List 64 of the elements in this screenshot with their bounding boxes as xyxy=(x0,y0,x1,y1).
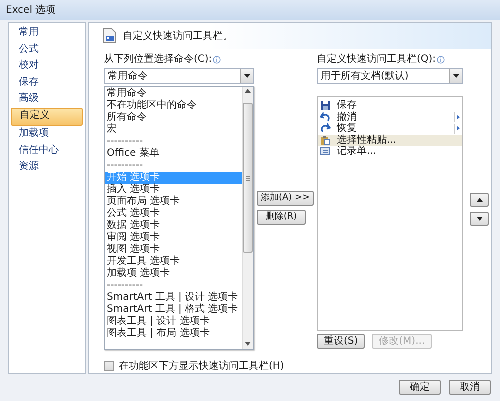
dropdown-arrow-icon xyxy=(244,74,250,78)
list-item[interactable]: Office 菜单 xyxy=(105,148,242,160)
sidebar-item[interactable]: 公式 xyxy=(11,42,83,58)
caret-down-icon xyxy=(476,217,482,221)
clipboard-icon xyxy=(320,134,331,146)
toolbar-command[interactable]: 保存 xyxy=(318,100,462,112)
sidebar-item[interactable]: 资源 xyxy=(11,159,83,176)
checkbox[interactable] xyxy=(104,361,114,371)
sidebar-item[interactable]: 信任中心 xyxy=(11,142,83,159)
list-item[interactable]: 图表工具 | 设计 选项卡 xyxy=(105,316,242,328)
info-icon xyxy=(213,56,222,64)
list-item[interactable]: 开发工具 选项卡 xyxy=(105,256,242,268)
info-icon xyxy=(437,56,446,64)
list-item[interactable]: ---------- xyxy=(105,136,242,148)
cancel-button[interactable]: 取消 xyxy=(449,380,491,395)
sidebar-item[interactable]: 加载项 xyxy=(11,126,83,142)
list-item[interactable]: 不在功能区中的命令 xyxy=(105,100,242,112)
list-item[interactable]: 插入 选项卡 xyxy=(105,184,242,196)
list-item[interactable]: 视图 选项卡 xyxy=(105,244,242,256)
list-item[interactable]: 公式 选项卡 xyxy=(105,208,242,220)
ok-button[interactable]: 确定 xyxy=(399,380,441,395)
checkbox-label: 在功能区下方显示快速访问工具栏(H) xyxy=(119,360,284,373)
sidebar-item[interactable]: 自定义 xyxy=(11,108,83,126)
redo-icon xyxy=(320,123,331,134)
caret-up-icon xyxy=(476,198,482,202)
field-label: 自定义快速访问工具栏(Q): xyxy=(317,54,436,66)
list-item[interactable]: 图表工具 | 布局 选项卡 xyxy=(105,328,242,340)
list-item[interactable]: SmartArt 工具 | 设计 选项卡 xyxy=(105,292,242,304)
dropdown-arrow-icon xyxy=(452,74,460,78)
remove-button[interactable]: 删除(R) xyxy=(257,210,306,225)
undo-icon xyxy=(320,112,331,123)
window-title: Excel 选项 xyxy=(6,4,56,17)
add-button[interactable]: 添加(A) >> xyxy=(257,191,314,206)
scroll-up-icon xyxy=(245,89,251,93)
sidebar-item[interactable]: 保存 xyxy=(11,74,83,91)
sidebar-item[interactable]: 常用 xyxy=(11,25,83,42)
toolbar-icon xyxy=(103,28,117,44)
list-item[interactable]: 常用命令 xyxy=(105,88,242,100)
toolbar-command[interactable]: 记录单... xyxy=(318,146,462,158)
dropdown[interactable]: 用于所有文档(默认) xyxy=(317,68,463,84)
section-title: 自定义快速访问工具栏。 xyxy=(123,30,233,43)
list-item[interactable]: 数据 选项卡 xyxy=(105,220,242,232)
move-up-button[interactable] xyxy=(470,193,489,207)
form-icon xyxy=(320,146,331,158)
dropdown[interactable]: 常用命令 xyxy=(104,68,254,84)
toolbar-command[interactable]: 撤消 xyxy=(318,112,462,123)
field-label: 从下列位置选择命令(C): xyxy=(104,54,212,66)
toolbar-command[interactable]: 恢复 xyxy=(318,123,462,134)
list-item[interactable]: 宏 xyxy=(105,124,242,136)
list-item[interactable]: 审阅 选项卡 xyxy=(105,232,242,244)
toolbar-command[interactable]: 选择性粘贴... xyxy=(318,134,462,146)
list-item[interactable]: 加载项 选项卡 xyxy=(105,268,242,280)
scroll-down-icon xyxy=(245,342,251,346)
list-item[interactable]: 所有命令 xyxy=(105,112,242,124)
list-item[interactable]: SmartArt 工具 | 格式 选项卡 xyxy=(105,304,242,316)
scrollbar[interactable] xyxy=(242,87,253,349)
sidebar-item[interactable]: 校对 xyxy=(11,58,83,74)
list-item[interactable]: ---------- xyxy=(105,160,242,172)
grip-icon xyxy=(246,176,250,180)
move-down-button[interactable] xyxy=(470,212,489,226)
reset-button[interactable]: 重设(S) xyxy=(317,334,366,349)
list-item[interactable]: 页面布局 选项卡 xyxy=(105,196,242,208)
list-item[interactable]: ---------- xyxy=(105,280,242,292)
sidebar-item[interactable]: 高级 xyxy=(11,91,83,108)
